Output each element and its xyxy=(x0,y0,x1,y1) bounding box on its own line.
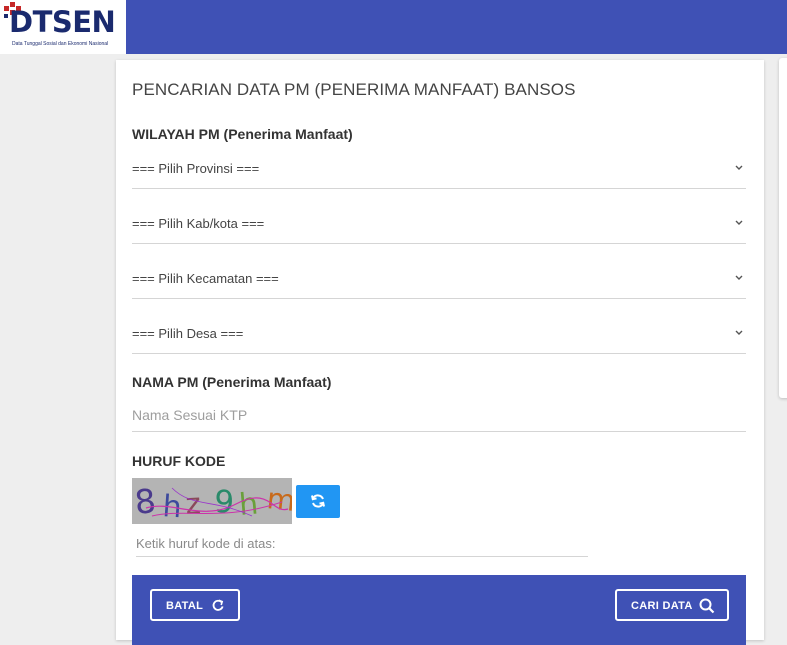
desa-select-value: === Pilih Desa === xyxy=(132,326,244,341)
dtsen-logo[interactable]: DTSEN Data Tunggal Sosial dan Ekonomi Na… xyxy=(0,0,126,54)
provinsi-select-value: === Pilih Provinsi === xyxy=(132,161,260,176)
kecamatan-select[interactable]: === Pilih Kecamatan === xyxy=(132,262,746,299)
captcha-input[interactable] xyxy=(136,530,588,556)
captcha-input-wrapper xyxy=(136,530,588,557)
captcha-refresh-button[interactable] xyxy=(296,485,340,518)
captcha-glyph: 9 xyxy=(214,484,235,521)
refresh-icon xyxy=(212,599,224,611)
nama-input[interactable] xyxy=(132,399,746,431)
nama-label: NAMA PM (Penerima Manfaat) xyxy=(132,374,332,390)
kabkota-select-value: === Pilih Kab/kota === xyxy=(132,216,265,231)
search-form-card: PENCARIAN DATA PM (PENERIMA MANFAAT) BAN… xyxy=(116,60,764,645)
chevron-down-icon xyxy=(735,220,743,225)
batal-button[interactable]: BATAL xyxy=(150,589,240,621)
provinsi-select[interactable]: === Pilih Provinsi === xyxy=(132,152,746,189)
captcha-glyph: z xyxy=(185,486,202,521)
side-panel xyxy=(779,58,787,398)
refresh-icon xyxy=(311,494,325,508)
wilayah-label: WILAYAH PM (Penerima Manfaat) xyxy=(132,126,353,142)
logo-text: DTSEN xyxy=(9,5,116,39)
desa-select[interactable]: === Pilih Desa === xyxy=(132,317,746,354)
batal-button-label: BATAL xyxy=(166,600,204,612)
kecamatan-select-value: === Pilih Kecamatan === xyxy=(132,271,279,286)
cari-data-button-label: CARI DATA xyxy=(631,600,693,612)
captcha-image: 8hz9hm xyxy=(132,478,292,524)
chevron-down-icon xyxy=(735,275,743,280)
cari-data-button[interactable]: CARI DATA xyxy=(615,589,729,621)
captcha-glyph: m xyxy=(265,481,292,518)
kode-label: HURUF KODE xyxy=(132,453,226,469)
kabkota-select[interactable]: === Pilih Kab/kota === xyxy=(132,207,746,244)
nama-input-wrapper xyxy=(132,399,746,432)
chevron-down-icon xyxy=(735,330,743,335)
top-navbar: DTSEN Data Tunggal Sosial dan Ekonomi Na… xyxy=(0,0,787,54)
logo-subtitle: Data Tunggal Sosial dan Ekonomi Nasional xyxy=(12,41,109,47)
chevron-down-icon xyxy=(735,165,743,170)
captcha-glyph: h xyxy=(238,486,260,523)
search-icon xyxy=(699,598,715,614)
page-title: PENCARIAN DATA PM (PENERIMA MANFAAT) BAN… xyxy=(132,80,576,99)
form-actions-bar: BATAL CARI DATA xyxy=(132,575,746,645)
